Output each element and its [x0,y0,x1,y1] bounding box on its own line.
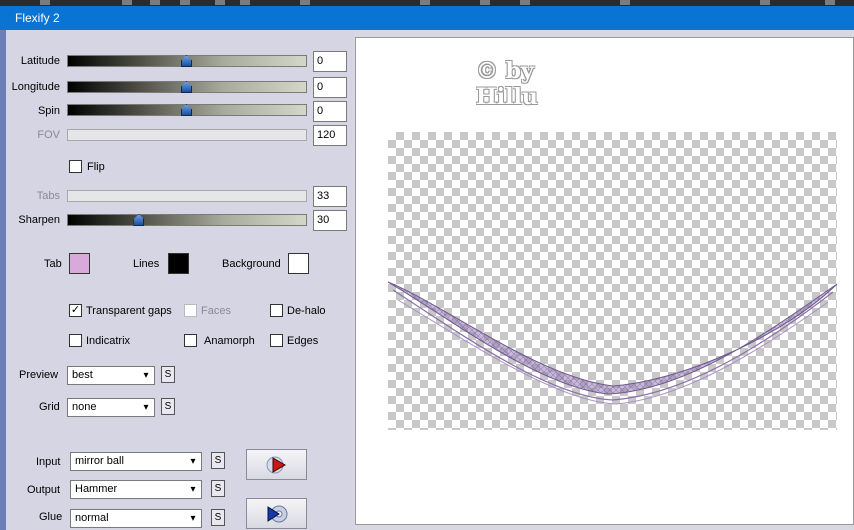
preview-select[interactable]: best ▾ [67,366,155,385]
faces-checkbox [184,304,197,317]
edges-label: Edges [287,335,319,347]
blue-play-disc-icon [267,505,287,523]
input-label: Input [36,456,61,468]
spin-slider[interactable] [67,104,307,116]
sharpen-slider[interactable] [67,214,307,226]
glue-s-button[interactable]: S [211,509,225,526]
input-action-button[interactable] [246,449,307,480]
longitude-slider[interactable] [67,81,307,93]
edges-checkbox[interactable] [270,334,283,347]
indicatrix-label: Indicatrix [86,335,131,347]
watermark-line2: Hillu [476,84,538,110]
flip-label: Flip [87,161,105,173]
output-s-button[interactable]: S [211,480,225,497]
background-color-label: Background [222,258,281,270]
watermark: © by Hillu [476,58,538,110]
output-label: Output [27,484,61,496]
longitude-label: Longitude [11,81,60,93]
lines-color-swatch[interactable] [168,253,189,274]
chevron-down-icon: ▾ [190,513,196,524]
chevron-down-icon: ▾ [143,370,149,381]
longitude-slider-thumb[interactable] [181,81,192,93]
transparent-gaps-checkbox[interactable]: ✓ [69,304,82,317]
grid-select-value: none [72,401,97,413]
latitude-slider-thumb[interactable] [181,55,192,67]
grid-select[interactable]: none ▾ [67,398,155,417]
fov-label: FOV [37,129,60,141]
de-halo-checkbox[interactable] [270,304,283,317]
tabs-value-field: 33 [313,186,347,207]
input-select[interactable]: mirror ball ▾ [70,452,202,471]
lines-color-label: Lines [133,258,160,270]
output-select-value: Hammer [75,483,118,495]
tab-color-label: Tab [44,258,62,270]
de-halo-label: De-halo [287,305,326,317]
tabs-slider [67,190,307,202]
glue-select[interactable]: normal ▾ [70,509,202,528]
input-select-value: mirror ball [75,455,124,467]
glue-label: Glue [39,511,63,523]
anamorph-checkbox[interactable] [184,334,197,347]
chevron-down-icon: ▾ [190,456,196,467]
window-title: Flexify 2 [0,6,854,30]
sharpen-slider-thumb[interactable] [133,214,145,226]
flip-checkbox[interactable] [69,160,82,173]
red-play-arrow-icon [266,456,286,474]
preview-s-button[interactable]: S [161,366,175,383]
indicatrix-checkbox[interactable] [69,334,82,347]
watermark-line1: © by [476,58,534,84]
preview-canvas [388,132,837,430]
transparent-gaps-label: Transparent gaps [86,305,172,317]
fov-value-field: 120 [313,125,347,146]
preview-pane[interactable]: © by Hillu [355,37,854,525]
sharpen-value-field[interactable]: 30 [313,210,347,231]
latitude-label: Latitude [20,55,60,67]
output-action-button[interactable] [246,498,307,529]
fov-slider [67,129,307,141]
anamorph-label: Anamorph [204,335,255,347]
latitude-value-field[interactable]: 0 [313,51,347,72]
preview-shape [388,281,837,405]
spin-slider-thumb[interactable] [181,104,192,116]
chevron-down-icon: ▾ [190,484,196,495]
chevron-down-icon: ▾ [143,402,149,413]
input-s-button[interactable]: S [211,452,225,469]
background-color-swatch[interactable] [288,253,309,274]
preview-select-value: best [72,369,93,381]
output-select[interactable]: Hammer ▾ [70,480,202,499]
faces-label: Faces [201,305,231,317]
longitude-value-field[interactable]: 0 [313,77,347,98]
preview-label: Preview [19,369,59,381]
glue-select-value: normal [75,512,109,524]
sharpen-label: Sharpen [18,214,60,226]
spin-label: Spin [37,105,60,117]
tab-color-swatch[interactable] [69,253,90,274]
grid-s-button[interactable]: S [161,398,175,415]
settings-panel: Latitude 0 Longitude 0 Spin 0 FOV 120 Fl… [6,30,354,530]
tabs-label: Tabs [36,190,60,202]
spin-value-field[interactable]: 0 [313,101,347,122]
latitude-slider[interactable] [67,55,307,67]
grid-label: Grid [39,401,60,413]
